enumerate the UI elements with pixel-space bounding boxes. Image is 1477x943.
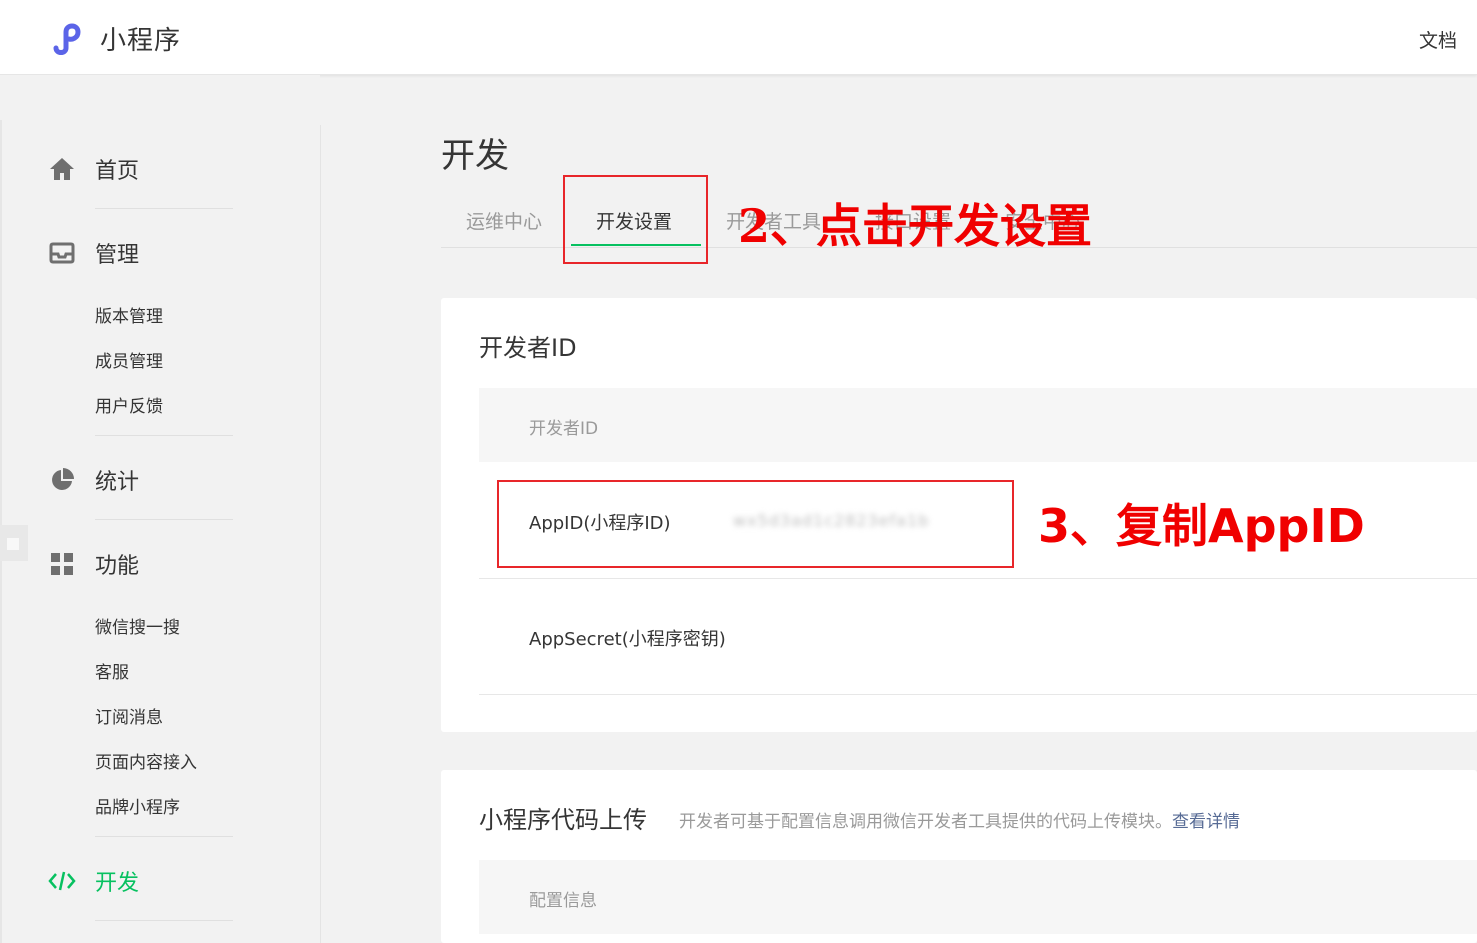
- tab-ops-center[interactable]: 运维中心: [466, 207, 542, 234]
- appsecret-label: AppSecret(小程序密钥): [529, 629, 726, 650]
- top-bar: 小程序 文档: [0, 0, 1477, 75]
- code-icon: [48, 867, 76, 895]
- row-divider: [479, 578, 1477, 579]
- sidebar-item-home[interactable]: 首页: [48, 153, 139, 185]
- sidebar-item-label: 管理: [95, 243, 140, 268]
- sidebar-subitem-subscribe-messages[interactable]: 订阅消息: [95, 703, 163, 728]
- sidebar-divider: [320, 125, 321, 943]
- card-description: 开发者可基于配置信息调用微信开发者工具提供的代码上传模块。查看详情: [679, 807, 1240, 832]
- sidebar-subitem-feedback[interactable]: 用户反馈: [95, 392, 163, 417]
- sidebar-separator: [95, 208, 233, 209]
- app-title: 小程序: [100, 26, 182, 56]
- sidebar-separator: [95, 519, 233, 520]
- card-title: 小程序代码上传: [479, 806, 647, 834]
- sidebar-item-label: 统计: [95, 470, 140, 495]
- sidebar-item-manage[interactable]: 管理: [48, 237, 139, 269]
- sidebar-item-dev[interactable]: 开发: [48, 865, 139, 897]
- table-header: 配置信息: [479, 860, 1477, 934]
- collapse-handle[interactable]: [0, 525, 28, 561]
- inbox-icon: [48, 239, 76, 267]
- table-header: 开发者ID: [479, 388, 1477, 462]
- annotation-step2: 2、点击开发设置: [738, 199, 1093, 253]
- row-divider: [479, 694, 1477, 695]
- home-icon: [48, 155, 76, 183]
- annotation-step3: 3、复制AppID: [1038, 499, 1365, 553]
- sidebar-item-features[interactable]: 功能: [48, 548, 139, 580]
- table-header-label: 开发者ID: [529, 419, 599, 439]
- sidebar-separator: [95, 920, 233, 921]
- sidebar-subitem-customer-service[interactable]: 客服: [95, 658, 129, 683]
- mini-program-logo-icon[interactable]: [48, 18, 88, 58]
- sidebar-subitem-members[interactable]: 成员管理: [95, 347, 163, 372]
- highlight-box-appid: [497, 480, 1014, 568]
- code-upload-card: 小程序代码上传 开发者可基于配置信息调用微信开发者工具提供的代码上传模块。查看详…: [441, 770, 1477, 943]
- page-title: 开发: [441, 136, 509, 176]
- sidebar-item-stats[interactable]: 统计: [48, 464, 139, 496]
- sidebar-subitem-version[interactable]: 版本管理: [95, 302, 163, 327]
- sidebar-subitem-page-content[interactable]: 页面内容接入: [95, 748, 197, 773]
- sidebar-item-label: 开发: [95, 871, 140, 896]
- sidebar-separator: [95, 836, 233, 837]
- view-details-link[interactable]: 查看详情: [1172, 812, 1240, 832]
- pie-chart-icon: [48, 466, 76, 494]
- docs-link[interactable]: 文档: [1419, 26, 1457, 53]
- sidebar-subitem-wechat-search[interactable]: 微信搜一搜: [95, 613, 180, 638]
- sidebar-subitem-brand-mini-program[interactable]: 品牌小程序: [95, 793, 180, 818]
- grid-icon: [48, 550, 76, 578]
- sidebar-separator: [95, 435, 233, 436]
- sidebar-item-label: 首页: [95, 159, 140, 184]
- description-text: 开发者可基于配置信息调用微信开发者工具提供的代码上传模块。: [679, 812, 1172, 832]
- table-header-label: 配置信息: [529, 891, 597, 911]
- sidebar-item-label: 功能: [95, 554, 140, 579]
- highlight-box-dev-settings: [563, 175, 708, 264]
- card-title: 开发者ID: [479, 334, 577, 362]
